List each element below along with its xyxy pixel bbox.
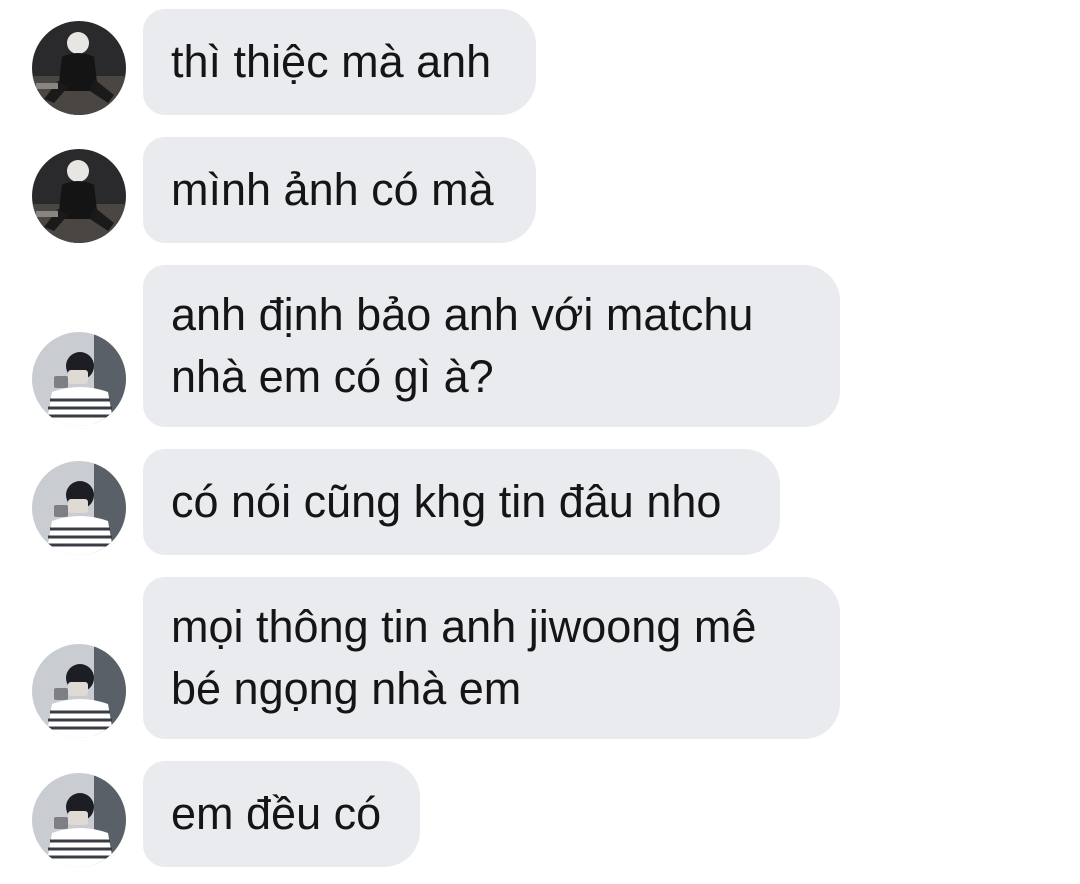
message-bubble[interactable]: anh định bảo anh với matchu nhà em có gì… [143, 265, 840, 427]
avatar-photo-striped [32, 773, 126, 867]
avatar-user-b[interactable] [32, 644, 126, 738]
avatar-photo-striped [32, 461, 126, 555]
avatar-photo-striped [32, 644, 126, 738]
message-bubble[interactable]: em đều có [143, 761, 420, 867]
message-text-line: nhà em có gì à? [171, 351, 494, 402]
avatar-photo-dark [32, 149, 126, 243]
message-text: mình ảnh có mà [171, 164, 494, 215]
message-text: em đều có [171, 788, 382, 839]
avatar-photo-dark [32, 21, 126, 115]
message-text-line: bé ngọng nhà em [171, 663, 522, 714]
message-text: có nói cũng khg tin đâu nho [171, 476, 722, 527]
message-bubble[interactable]: mình ảnh có mà [143, 137, 536, 243]
message-text-line: mọi thông tin anh jiwoong mê [171, 601, 757, 652]
avatar-user-a[interactable] [32, 21, 126, 115]
message-text: thì thiệc mà anh [171, 36, 492, 87]
avatar-photo-striped [32, 332, 126, 426]
message-bubble[interactable]: mọi thông tin anh jiwoong mê bé ngọng nh… [143, 577, 840, 739]
message-bubble[interactable]: có nói cũng khg tin đâu nho [143, 449, 780, 555]
message-bubble[interactable]: thì thiệc mà anh [143, 9, 536, 115]
avatar-user-b[interactable] [32, 332, 126, 426]
avatar-user-b[interactable] [32, 773, 126, 867]
avatar-user-a[interactable] [32, 149, 126, 243]
message-text-line: anh định bảo anh với matchu [171, 289, 754, 340]
avatar-user-b[interactable] [32, 461, 126, 555]
